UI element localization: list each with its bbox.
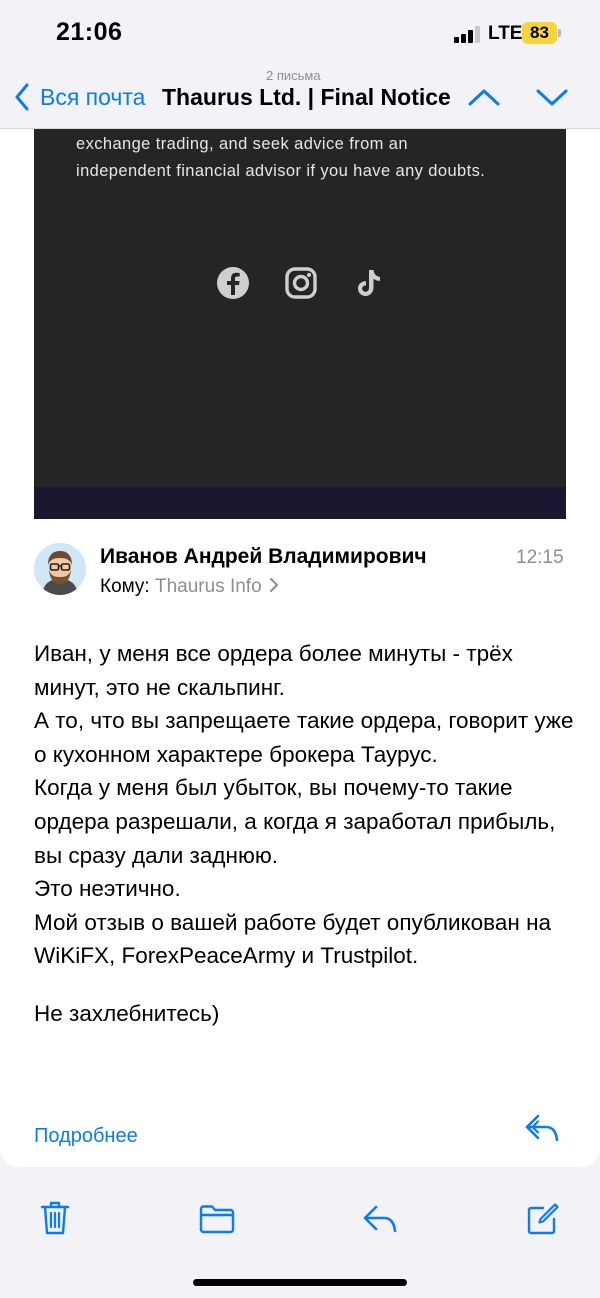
status-bar: 21:06 LTE 83 — [0, 0, 600, 68]
facebook-icon[interactable] — [216, 266, 250, 300]
navigation-bar: Вся почта 2 письма Thaurus Ltd. | Final … — [0, 66, 600, 129]
recipient-name[interactable]: Thaurus Info — [155, 576, 262, 597]
next-message-button[interactable] — [534, 82, 570, 117]
body-paragraph: Когда у меня был убыток, вы почему-то та… — [34, 775, 556, 868]
chevron-up-icon — [468, 89, 500, 106]
disclaimer-text: exchange trading, and seek advice from a… — [76, 135, 486, 180]
message-thread[interactable]: exchange trading, and seek advice from a… — [0, 129, 600, 1169]
body-paragraph: Мой отзыв о вашей работе будет опубликов… — [34, 909, 552, 969]
tiktok-icon[interactable] — [352, 266, 386, 300]
battery-level: 83 — [530, 23, 549, 42]
back-label: Вся почта — [40, 83, 146, 110]
thread-title: Thaurus Ltd. | Final Notice — [162, 84, 451, 110]
reply-icon — [363, 1205, 397, 1233]
battery-icon: 83 — [522, 22, 561, 44]
show-more-link[interactable]: Подробнее — [34, 1125, 138, 1148]
email-footer-block: exchange trading, and seek advice from a… — [34, 129, 566, 487]
avatar[interactable] — [34, 543, 86, 595]
folder-icon — [199, 1205, 235, 1234]
reply-icon — [525, 1114, 559, 1142]
body-spacer — [34, 973, 574, 997]
chevron-left-icon — [15, 83, 29, 111]
status-time: 21:06 — [56, 18, 123, 46]
instagram-icon[interactable] — [284, 266, 318, 300]
reply-button[interactable] — [524, 1113, 560, 1148]
message-card-current: Иванов Андрей Владимирович 12:15 Кому: T… — [0, 519, 600, 1167]
compose-icon — [527, 1203, 559, 1235]
body-paragraph: Это неэтично. — [34, 876, 181, 902]
previous-message-button[interactable] — [466, 82, 502, 117]
back-button[interactable]: Вся почта — [14, 80, 145, 114]
body-paragraph: А то, что вы запрещаете такие ордера, го… — [34, 708, 574, 767]
to-label: Кому: — [100, 576, 150, 597]
chevron-right-icon — [269, 578, 279, 592]
home-indicator[interactable] — [193, 1279, 407, 1286]
move-to-folder-button[interactable] — [199, 1204, 235, 1239]
body-paragraph: Не захлебнитесь) — [34, 1000, 220, 1026]
chevron-down-icon — [536, 89, 568, 106]
sender-name: Иванов Андрей Владимирович — [100, 545, 427, 568]
reply-toolbar-button[interactable] — [362, 1204, 398, 1239]
compose-button[interactable] — [526, 1202, 560, 1241]
recipient-row: Кому: Thaurus Info — [100, 576, 279, 598]
message-count: 2 письма — [266, 68, 321, 83]
trash-icon — [40, 1201, 70, 1235]
message-time: 12:15 — [516, 547, 564, 568]
body-paragraph: Иван, у меня все ордера более минуты - т… — [34, 641, 513, 700]
message-body: Иван, у меня все ордера более минуты - т… — [34, 637, 574, 1031]
delete-button[interactable] — [40, 1200, 70, 1241]
social-links — [216, 266, 386, 300]
network-type: LTE — [488, 23, 523, 44]
cellular-signal-icon — [454, 26, 482, 43]
